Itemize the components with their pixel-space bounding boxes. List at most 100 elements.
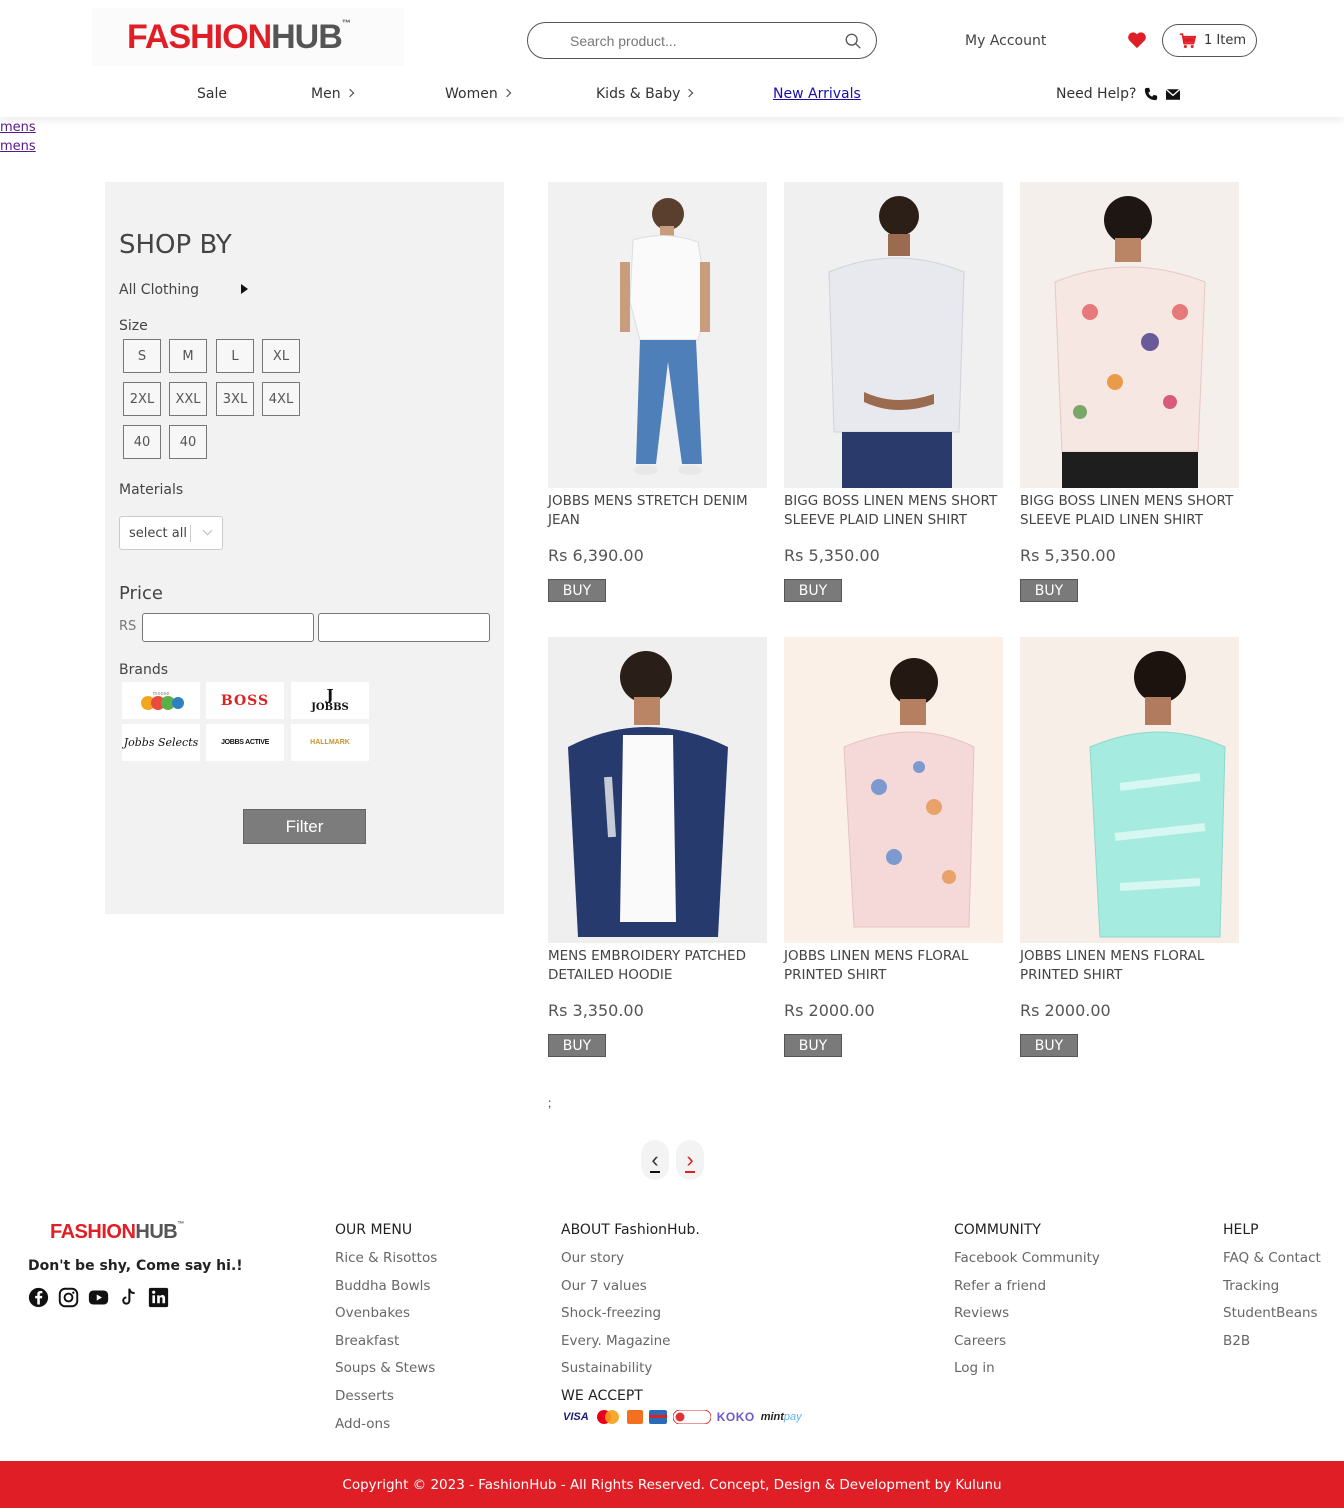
footer-link[interactable]: Breakfast [335,1333,437,1361]
footer-link[interactable]: Rice & Risottos [335,1250,437,1278]
mail-icon[interactable] [1166,88,1181,100]
footer-link[interactable]: StudentBeans [1223,1305,1321,1333]
facebook-icon[interactable] [28,1287,49,1308]
product-name[interactable]: MENS EMBROIDERY PATCHED DETAILED HOODIE [548,947,767,985]
product-name[interactable]: JOBBS LINEN MENS FLORAL PRINTED SHIRT [1020,947,1239,985]
product-name[interactable]: BIGG BOSS LINEN MENS SHORT SLEEVE PLAID … [784,492,1003,530]
social-links [28,1287,169,1308]
buy-button[interactable]: BUY [1020,579,1078,602]
product-price: Rs 5,350.00 [784,546,880,565]
brand-logo-jobbs[interactable]: J JOBBS [291,682,369,719]
nav-sale[interactable]: Sale [197,86,227,102]
footer-link[interactable]: Sustainability [561,1360,700,1388]
footer-link[interactable]: Soups & Stews [335,1360,437,1388]
breadcrumb-link[interactable]: mens [0,139,36,154]
price-max-input[interactable] [318,613,490,642]
buy-button[interactable]: BUY [548,1034,606,1057]
footer-link[interactable]: Add-ons [335,1416,437,1444]
buy-button[interactable]: BUY [548,579,606,602]
nav-men[interactable]: Men [311,86,354,102]
pagination-indicator [685,1171,695,1173]
product-price: Rs 2000.00 [784,1001,875,1020]
all-clothing-link[interactable]: All Clothing [119,282,199,298]
we-accept-label: WE ACCEPT [561,1388,643,1404]
footer-link[interactable]: Every. Magazine [561,1333,700,1361]
brand-logo-hallmark[interactable]: HALLMARK [291,724,369,761]
instagram-icon[interactable] [58,1287,79,1308]
search-bar [527,22,877,59]
product-price: Rs 3,350.00 [548,1001,644,1020]
pagination-next-button[interactable]: › [676,1140,704,1180]
product-name[interactable]: JOBBS MENS STRETCH DENIM JEAN [548,492,767,530]
size-option-m[interactable]: M [169,339,207,373]
footer-link[interactable]: Ovenbakes [335,1305,437,1333]
tiktok-icon[interactable] [118,1287,139,1308]
brand-logo-boss[interactable]: BOSS [206,682,284,719]
product-image[interactable] [784,637,1003,943]
product-name[interactable]: BIGG BOSS LINEN MENS SHORT SLEEVE PLAID … [1020,492,1239,530]
search-icon[interactable] [844,32,862,50]
search-input[interactable] [570,32,820,49]
brand-logo-jobbs-active[interactable]: JOBBS ACTIVE [206,724,284,761]
buy-button[interactable]: BUY [1020,1034,1078,1057]
footer-link[interactable]: Careers [954,1333,1100,1361]
materials-select[interactable]: select all [119,516,223,550]
size-option-l[interactable]: L [216,339,254,373]
footer-link[interactable]: Tracking [1223,1278,1321,1306]
size-option-3xl[interactable]: 3XL [216,382,254,416]
buy-button[interactable]: BUY [784,579,842,602]
my-account-link[interactable]: My Account [965,33,1046,49]
pagination-prev-button[interactable]: ‹ [641,1140,669,1180]
brand-logo-moose-kids[interactable]: moose [122,682,200,719]
footer-link[interactable]: Refer a friend [954,1278,1100,1306]
product-image[interactable] [548,182,767,488]
product-name[interactable]: JOBBS LINEN MENS FLORAL PRINTED SHIRT [784,947,1003,985]
footer-link[interactable]: Reviews [954,1305,1100,1333]
footer-tagline: Don't be shy, Come say hi.! [28,1258,243,1274]
linkedin-icon[interactable] [148,1287,169,1308]
size-option-40[interactable]: 40 [123,425,161,459]
footer-link[interactable]: Facebook Community [954,1250,1100,1278]
product-card: JOBBS LINEN MENS FLORAL PRINTED SHIRT Rs… [784,637,1003,1057]
size-option-xl[interactable]: XL [262,339,300,373]
caret-right-icon[interactable] [241,284,248,294]
price-label: Price [119,583,163,604]
footer-logo[interactable]: FASHIONHUB™ [50,1221,184,1244]
footer-link[interactable]: Our story [561,1250,700,1278]
product-image[interactable] [1020,182,1239,488]
currency-label: RS : [119,619,145,634]
breadcrumb-link[interactable]: mens [0,120,36,135]
site-header: FASHIONHUB™ My Account 1 Item Sale Men W… [0,0,1344,117]
buy-button[interactable]: BUY [784,1034,842,1057]
footer-link[interactable]: Our 7 values [561,1278,700,1306]
brand-boss-text: BOSS [220,692,270,709]
product-card: BIGG BOSS LINEN MENS SHORT SLEEVE PLAID … [1020,182,1239,602]
visa-logo: VISA [563,1411,589,1423]
nav-new-arrivals[interactable]: New Arrivals [773,86,861,102]
site-logo[interactable]: FASHIONHUB™ [92,8,404,66]
size-option-xxl[interactable]: XXL [169,382,207,416]
footer-link[interactable]: Desserts [335,1388,437,1416]
cart-button[interactable]: 1 Item [1162,24,1257,57]
footer-link[interactable]: Shock-freezing [561,1305,700,1333]
product-image[interactable] [1020,637,1239,943]
footer-link[interactable]: B2B [1223,1333,1321,1361]
price-min-input[interactable] [142,613,314,642]
size-option-40[interactable]: 40 [169,425,207,459]
footer-link[interactable]: FAQ & Contact [1223,1250,1321,1278]
footer-link[interactable]: Buddha Bowls [335,1278,437,1306]
nav-kids-baby[interactable]: Kids & Baby [596,86,694,102]
nav-women[interactable]: Women [445,86,511,102]
wishlist-heart-icon[interactable] [1127,31,1147,49]
brand-logo-jobbs-selects[interactable]: Jobbs Selects [122,724,200,761]
filter-button[interactable]: Filter [243,809,366,844]
youtube-icon[interactable] [88,1287,109,1308]
size-option-4xl[interactable]: 4XL [262,382,300,416]
cart-count-label: 1 Item [1204,33,1246,48]
footer-link[interactable]: Log in [954,1360,1100,1388]
size-option-s[interactable]: S [123,339,161,373]
product-image[interactable] [548,637,767,943]
product-image[interactable] [784,182,1003,488]
phone-icon[interactable] [1144,87,1158,101]
size-option-2xl[interactable]: 2XL [123,382,161,416]
